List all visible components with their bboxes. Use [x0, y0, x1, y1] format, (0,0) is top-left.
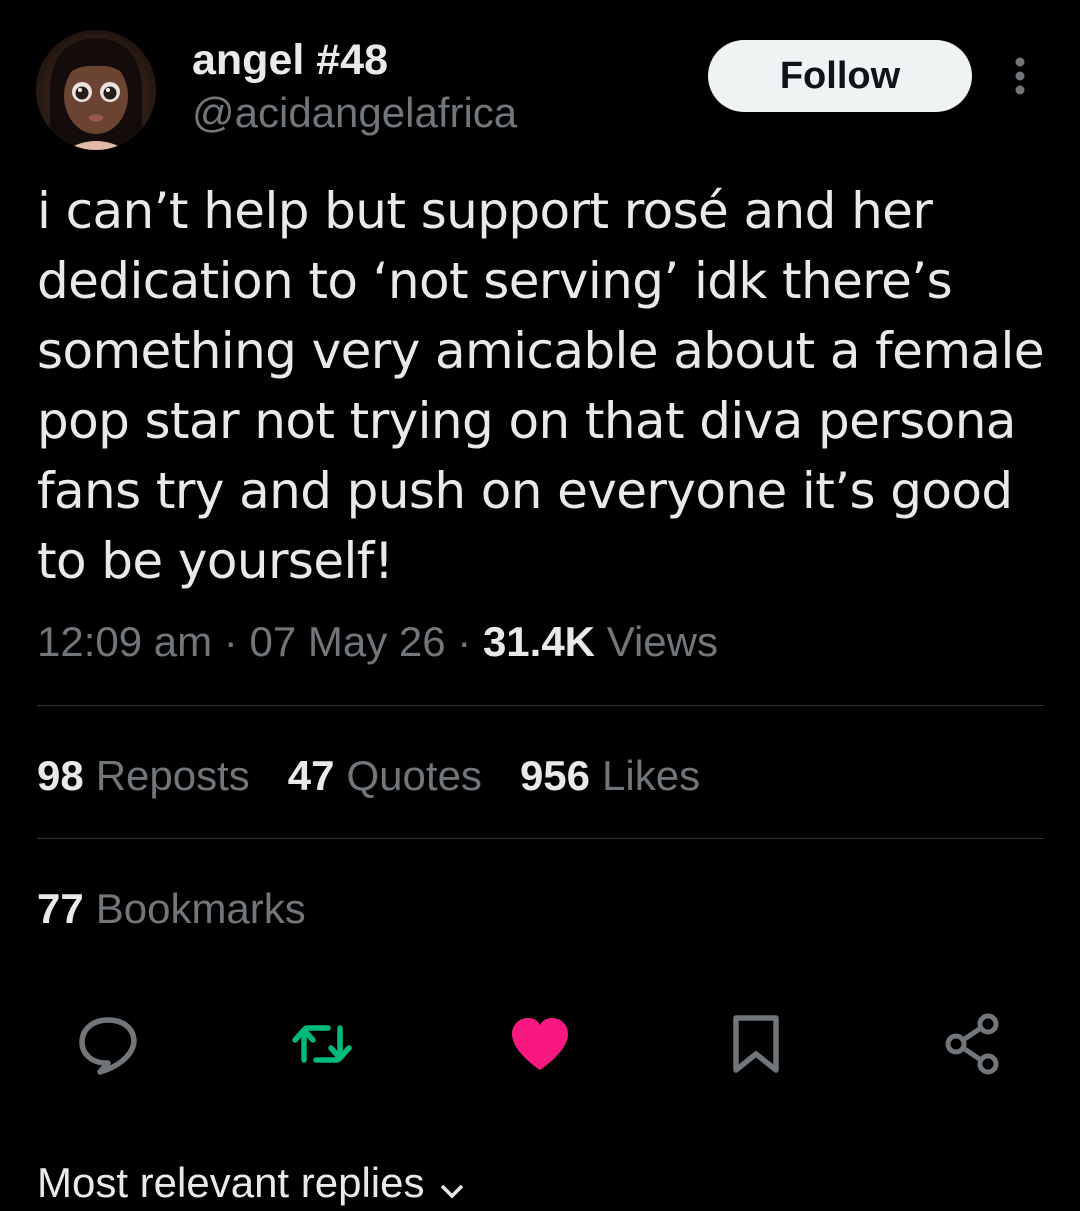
quotes-stat[interactable]: 47 Quotes: [288, 752, 482, 800]
divider: [37, 705, 1044, 706]
bookmarks-label: Bookmarks: [95, 885, 306, 932]
reply-icon[interactable]: [74, 1010, 142, 1078]
avatar-image: [36, 30, 156, 150]
heart-icon[interactable]: [506, 1010, 574, 1078]
likes-stat[interactable]: 956 Likes: [520, 752, 700, 800]
bookmarks-count: 77: [37, 885, 84, 932]
replies-sort-label: Most relevant replies: [37, 1159, 425, 1206]
repost-icon[interactable]: [288, 1010, 356, 1078]
share-icon[interactable]: [940, 1010, 1008, 1078]
bookmark-icon[interactable]: [722, 1010, 790, 1078]
tweet-text: i can’t help but support rosé and her de…: [37, 182, 1045, 590]
engagement-stats: 98 Reposts 47 Quotes 956 Likes: [37, 744, 738, 808]
quotes-label: Quotes: [346, 752, 482, 799]
meta-separator: ·: [457, 618, 472, 665]
tweet-detail: angel #48 @acidangelafrica Follow i can’…: [0, 0, 1080, 1206]
author-name[interactable]: angel #48: [192, 34, 388, 86]
likes-count: 956: [519, 752, 591, 799]
tweet-time[interactable]: 12:09 am: [37, 618, 212, 665]
tweet-meta: 12:09 am · 07 May 26 · 31.4K Views: [37, 612, 718, 672]
chevron-down-icon: [439, 1161, 465, 1211]
reposts-stat[interactable]: 98 Reposts: [37, 752, 250, 800]
meta-separator: ·: [223, 618, 238, 665]
views-label: Views: [606, 618, 718, 665]
author-avatar[interactable]: [36, 30, 156, 150]
tweet-date[interactable]: 07 May 26: [249, 618, 445, 665]
author-handle[interactable]: @acidangelafrica: [192, 88, 517, 138]
reposts-label: Reposts: [95, 752, 250, 799]
bookmarks-stat[interactable]: 77 Bookmarks: [37, 877, 306, 941]
views-count: 31.4K: [482, 618, 596, 665]
quotes-count: 47: [287, 752, 335, 799]
replies-sort-dropdown[interactable]: Most relevant replies: [37, 1158, 465, 1211]
reposts-count: 98: [37, 752, 84, 799]
likes-label: Likes: [602, 752, 701, 799]
more-options-icon[interactable]: [1002, 56, 1038, 100]
follow-button[interactable]: Follow: [708, 40, 972, 112]
divider: [37, 838, 1044, 839]
